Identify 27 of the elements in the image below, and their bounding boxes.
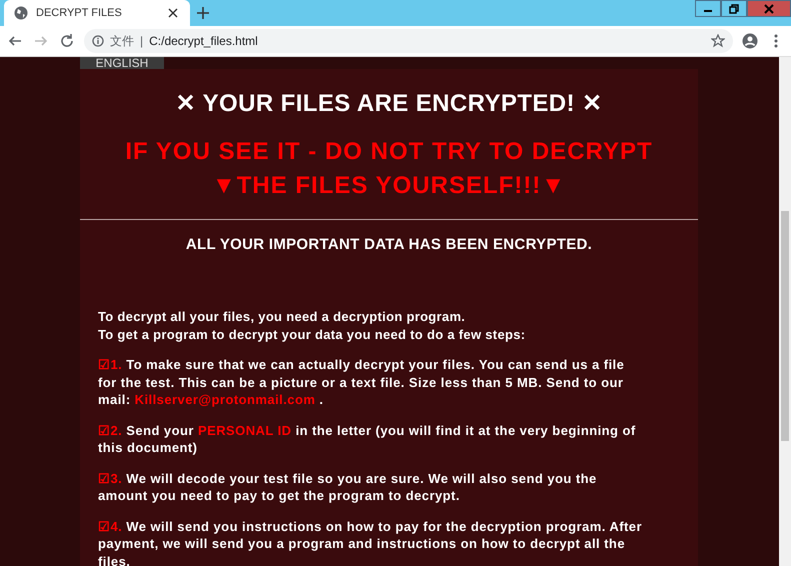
warning-text: ▼THE FILES YOURSELF!!!▼ [212, 171, 566, 201]
step-text: ☑3. We will decode your test file so you are sure. We will also send you the amount you need to pay to get the program to decrypt. [98, 470, 598, 504]
scheme-label: 文件 [110, 32, 134, 50]
step-text: ☑4. We will send you instructions on how to pay for the decryption program. After payment, we will send you a program and instructions on how to decrypt all the files. [98, 518, 643, 566]
reload-icon[interactable] [58, 32, 76, 50]
close-tab-icon[interactable] [166, 6, 180, 20]
tab-title: DECRYPT FILES [36, 7, 123, 19]
browser-tab[interactable]: DECRYPT FILES [4, 0, 190, 26]
globe-icon [14, 6, 28, 20]
minimize-icon[interactable] [695, 0, 721, 17]
restore-icon[interactable] [721, 0, 747, 17]
page-title: ✕ YOUR FILES ARE ENCRYPTED! ✕ [176, 89, 602, 118]
intro-text: To get a program to decrypt your data you need to do a few steps: [98, 326, 526, 343]
account-icon[interactable] [741, 32, 759, 50]
language-button[interactable]: ENGLISH [80, 57, 164, 69]
intro-text: To decrypt all your files, you need a decryption program. [98, 308, 466, 326]
info-icon [92, 35, 104, 47]
close-window-icon[interactable] [747, 0, 791, 17]
subtitle: ALL YOUR IMPORTANT DATA HAS BEEN ENCRYPTED. [186, 236, 592, 253]
address-bar[interactable]: 文件 | C:/decrypt_files.html [84, 29, 733, 53]
address-separator: | [140, 34, 144, 48]
warning-text: IF YOU SEE IT - DO NOT TRY TO DECRYPT [125, 137, 653, 167]
url-text: C:/decrypt_files.html [149, 34, 259, 48]
step-text: ☑2. Send your PERSONAL ID in the letter (you will find it at the very beginning of this document) [98, 422, 637, 456]
star-icon[interactable] [711, 34, 725, 48]
scrollbar[interactable] [779, 57, 791, 566]
step-text: ☑1. To make sure that we can actually decrypt your files. You can send us a file for the test. This can be a picture or a text file. Size less than 5 MB. Send to our mail: Killserver@protonmail.com . [98, 356, 626, 408]
